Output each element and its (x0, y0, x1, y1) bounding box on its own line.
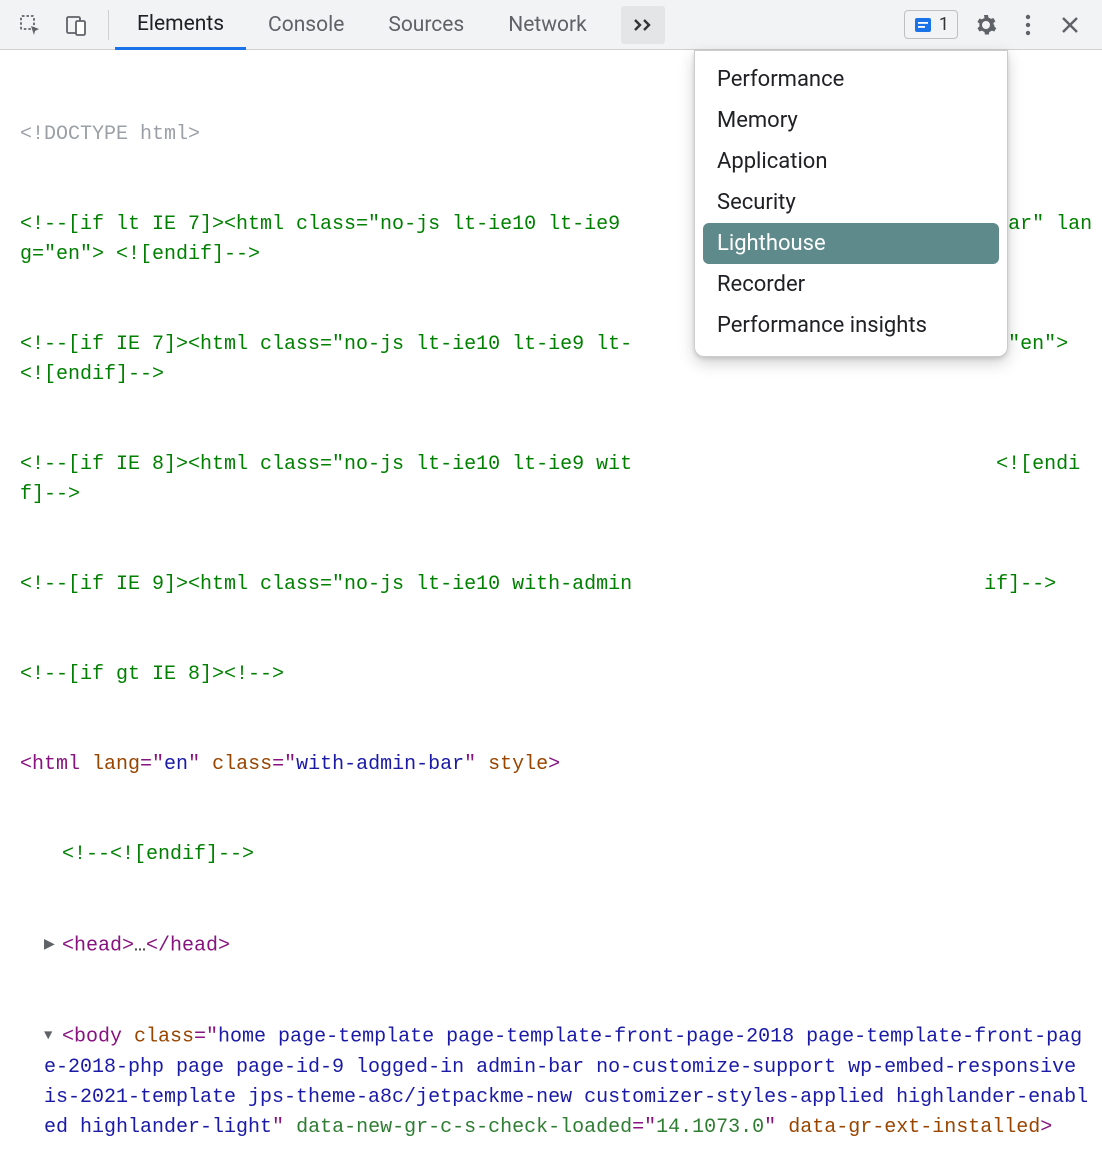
close-icon (1060, 15, 1080, 35)
code-line[interactable]: <!--[if IE 8]><html class="no-js lt-ie10… (20, 450, 1102, 510)
code-line-body[interactable]: ▼<body class="home page-template page-te… (20, 1021, 1102, 1142)
chevrons-right-icon (632, 16, 654, 34)
tab-network[interactable]: Network (486, 0, 609, 50)
more-tabs-dropdown: Performance Memory Application Security … (694, 50, 1008, 357)
dropdown-item-application[interactable]: Application (695, 141, 1007, 182)
code-line-head[interactable]: ▶<head>…</head> (20, 930, 1102, 961)
more-tabs-button[interactable] (621, 6, 665, 44)
divider (108, 10, 109, 40)
close-button[interactable] (1056, 11, 1084, 39)
code-line[interactable]: <html lang="en" class="with-admin-bar" s… (20, 750, 1102, 780)
disclosure-triangle-closed-icon[interactable]: ▶ (44, 930, 62, 960)
dropdown-item-performance[interactable]: Performance (695, 59, 1007, 100)
dropdown-item-performance-insights[interactable]: Performance insights (695, 305, 1007, 346)
tab-sources[interactable]: Sources (366, 0, 486, 50)
code-line[interactable]: <!--[if gt IE 8]><!--> (20, 660, 1102, 690)
issues-count: 1 (939, 14, 949, 35)
code-line[interactable]: <!--[if IE 9]><html class="no-js lt-ie10… (20, 570, 1102, 600)
dropdown-item-lighthouse[interactable]: Lighthouse (703, 223, 999, 264)
tab-elements[interactable]: Elements (115, 0, 246, 50)
toolbar-right: 1 (904, 10, 1094, 39)
kebab-icon (1025, 14, 1031, 36)
dropdown-item-recorder[interactable]: Recorder (695, 264, 1007, 305)
issues-badge[interactable]: 1 (904, 10, 958, 39)
more-menu-button[interactable] (1014, 11, 1042, 39)
disclosure-triangle-open-icon[interactable]: ▼ (44, 1021, 62, 1051)
code-line[interactable]: <!--<![endif]--> (20, 840, 1102, 870)
device-toggle-icon[interactable] (62, 11, 90, 39)
tab-console[interactable]: Console (246, 0, 366, 50)
dropdown-item-security[interactable]: Security (695, 182, 1007, 223)
gear-icon (974, 13, 998, 37)
devtools-toolbar: Elements Console Sources Network 1 (0, 0, 1102, 50)
toolbar-left-icons (8, 11, 102, 39)
settings-button[interactable] (972, 11, 1000, 39)
inspect-element-icon[interactable] (16, 11, 44, 39)
dropdown-item-memory[interactable]: Memory (695, 100, 1007, 141)
issues-icon (913, 16, 933, 34)
